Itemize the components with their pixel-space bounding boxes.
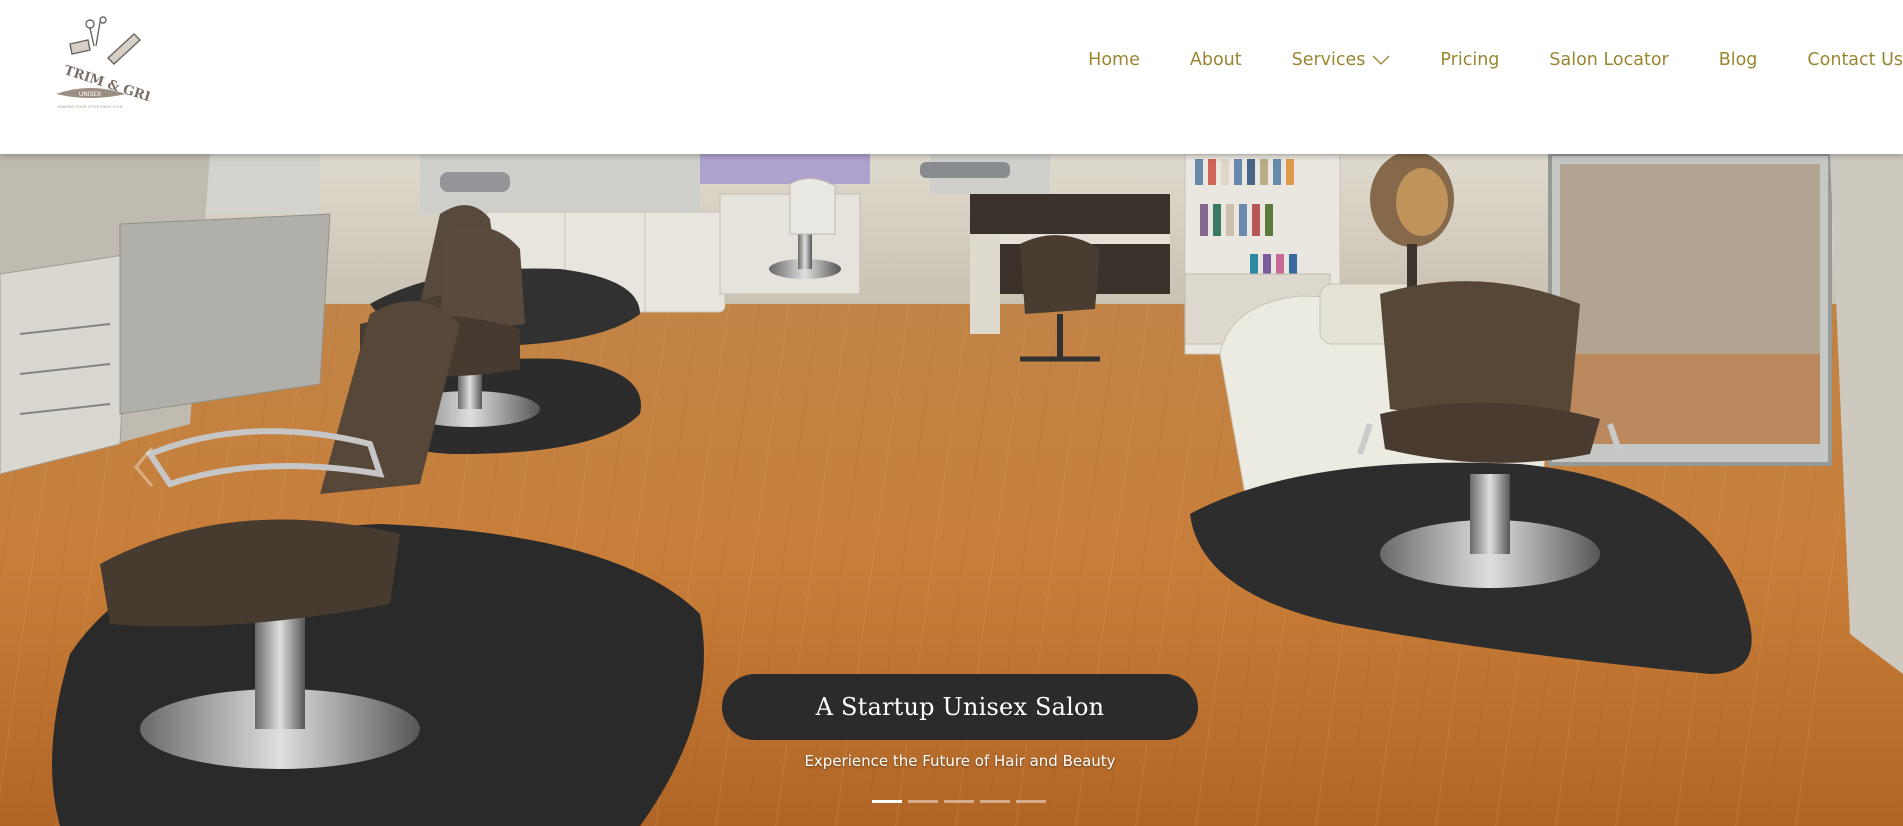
nav-pricing-label: Pricing <box>1440 50 1500 70</box>
brand-logo[interactable]: TRIM & GRIN UNISEX SHAPING YOUR STYLE SI… <box>30 16 150 116</box>
logo-wordmark: TRIM & GRIN <box>62 63 150 109</box>
hero-carousel: A Startup Unisex Salon Experience the Fu… <box>0 154 1903 826</box>
main-nav: Home About Services Pricing Salon Locato… <box>1088 48 1903 72</box>
nav-blog-label: Blog <box>1718 50 1758 70</box>
nav-home[interactable]: Home <box>1088 50 1140 70</box>
nav-about-label: About <box>1189 50 1242 70</box>
carousel-indicators <box>872 800 1052 803</box>
nav-salon-locator-label: Salon Locator <box>1549 50 1669 70</box>
carousel-indicator[interactable] <box>872 800 902 803</box>
carousel-indicator[interactable] <box>908 800 938 803</box>
carousel-indicator[interactable] <box>944 800 974 803</box>
nav-about[interactable]: About <box>1190 50 1242 70</box>
nav-contact-us[interactable]: Contact Us <box>1807 50 1903 70</box>
logo-tagline: SHAPING YOUR STYLE SINCE 2016 <box>57 104 123 109</box>
nav-salon-locator[interactable]: Salon Locator <box>1549 50 1668 70</box>
hero-subtitle: Experience the Future of Hair and Beauty <box>804 752 1116 770</box>
nav-contact-us-label: Contact Us <box>1807 50 1903 70</box>
chevron-left-icon[interactable] <box>128 444 162 490</box>
nav-home-label: Home <box>1088 50 1140 70</box>
site-header: TRIM & GRIN UNISEX SHAPING YOUR STYLE SI… <box>0 0 1903 154</box>
nav-blog[interactable]: Blog <box>1719 50 1758 70</box>
nav-services-label: Services <box>1291 50 1366 70</box>
logo-subtitle: UNISEX <box>79 91 101 98</box>
scissors-icon <box>69 16 142 65</box>
carousel-indicator[interactable] <box>1016 800 1046 803</box>
hero-title: A Startup Unisex Salon <box>722 674 1198 740</box>
nav-pricing[interactable]: Pricing <box>1440 50 1499 70</box>
carousel-indicator[interactable] <box>980 800 1010 803</box>
chevron-down-icon <box>1372 55 1390 65</box>
nav-services[interactable]: Services <box>1292 50 1391 70</box>
